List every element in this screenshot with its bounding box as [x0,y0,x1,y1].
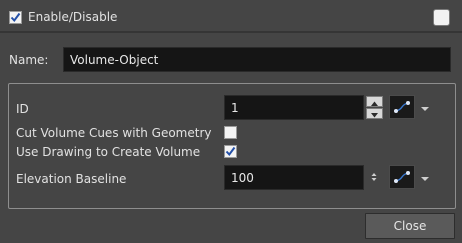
bezier-curve-icon [394,171,410,183]
enable-disable-checkbox[interactable] [9,11,22,24]
cut-volume-checkbox[interactable] [224,126,237,139]
use-drawing-checkbox[interactable] [224,145,237,158]
header-separator [0,31,462,33]
dropdown-arrow-icon [421,107,429,111]
elevation-function-dropdown-arrow[interactable] [420,172,430,181]
id-spin-up-button[interactable] [366,96,383,107]
spin-arrows-icon [371,173,377,181]
cut-volume-label: Cut Volume Cues with Geometry [16,126,212,140]
name-field[interactable]: Volume-Object [63,47,451,72]
checkmark-icon [225,146,236,157]
elevation-spinner[interactable] [369,171,379,183]
close-button[interactable]: Close [365,213,455,239]
id-function-button[interactable] [389,95,415,119]
enable-disable-label: Enable/Disable [28,10,118,24]
color-swatch[interactable] [433,9,450,26]
name-label: Name: [9,53,49,67]
spin-up-icon [371,101,378,106]
elevation-label: Elevation Baseline [16,172,127,186]
id-label: ID [16,102,29,116]
id-spin-down-button[interactable] [366,108,383,119]
bezier-curve-icon [394,101,410,113]
dropdown-arrow-icon [421,177,429,181]
elevation-field[interactable]: 100 [224,165,364,190]
spin-down-icon [371,113,378,118]
id-function-dropdown-arrow[interactable] [420,102,430,111]
elevation-function-button[interactable] [389,165,415,189]
id-field[interactable]: 1 [224,95,364,120]
use-drawing-label: Use Drawing to Create Volume [16,145,201,159]
checkmark-icon [10,12,21,23]
